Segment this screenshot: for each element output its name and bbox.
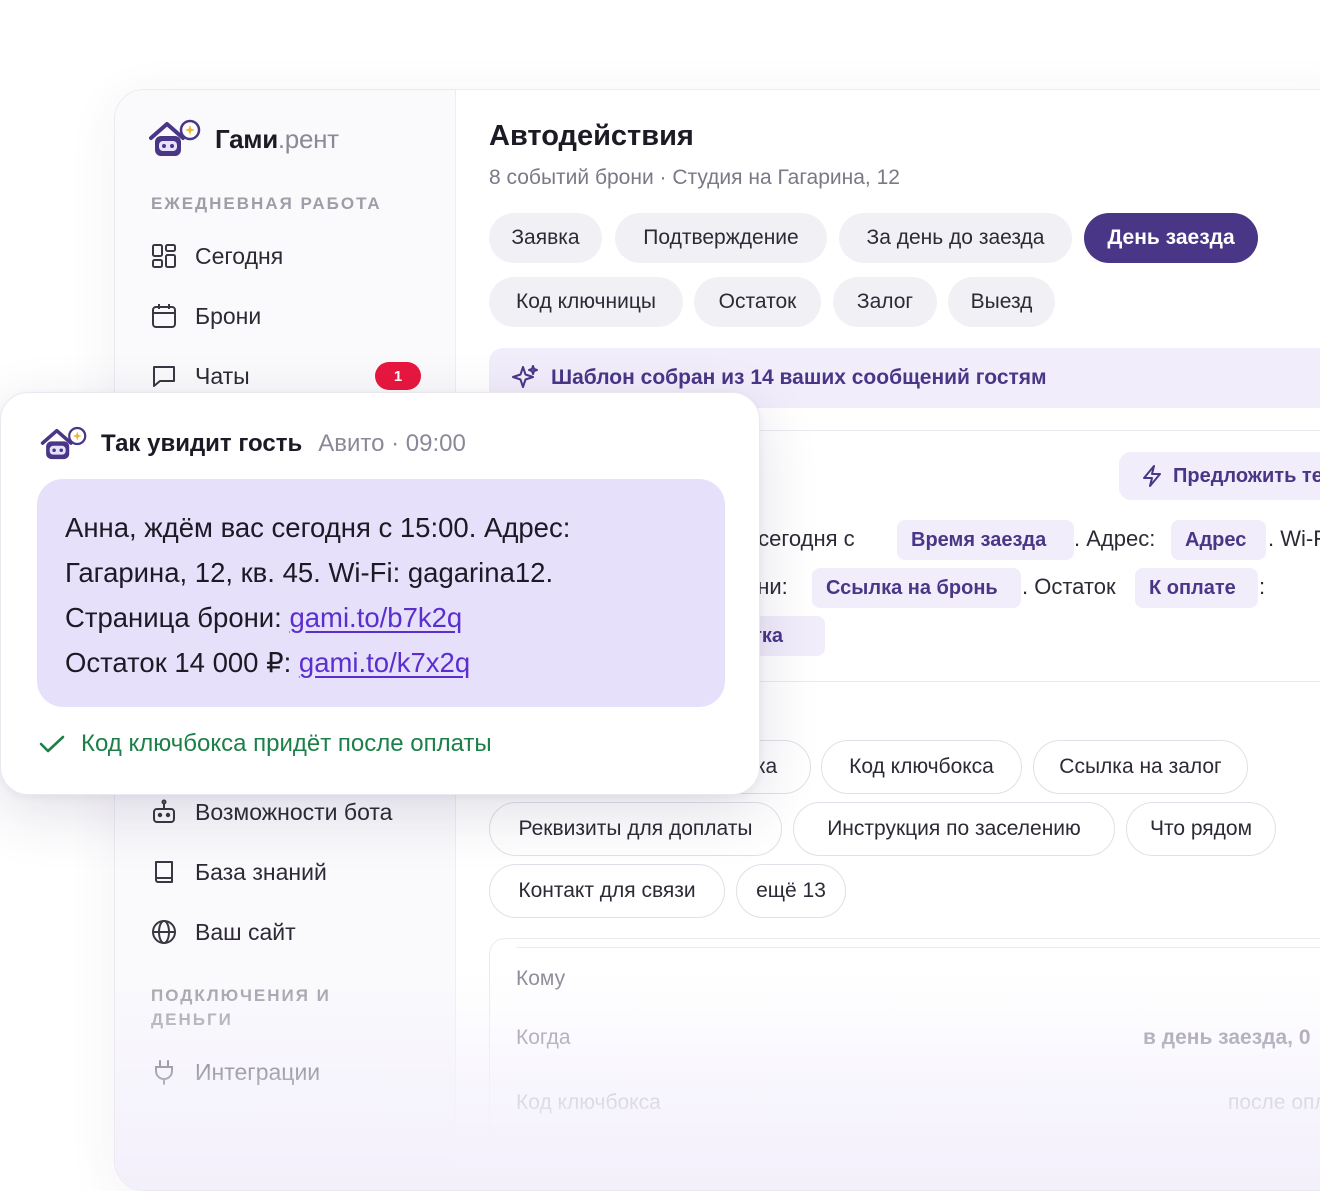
guest-preview-card: Так увидит гость Авито · 09:00 Анна, ждё… [0,392,760,795]
message-line: Анна, ждём вас сегодня с 15:00. Адрес: [65,512,571,543]
message-line: Страница брони: gami.to/b7k2q [65,602,463,633]
sidebar-item-label: Брони [195,302,262,329]
book-icon [151,859,177,885]
row-label-recipient: Кому [516,967,566,990]
section-title-connect: Подключения и деньги [151,986,331,1029]
tab-checkout[interactable]: Выезд [948,277,1055,327]
keybox-note: Код ключбокса придёт после оплаты [39,730,492,758]
message-line: Остаток 14 000 ₽: gami.to/k7x2q [65,647,471,678]
globe-icon [151,919,177,945]
tab-day-before[interactable]: За день до заезда [839,213,1072,263]
note-text: Код ключбокса придёт после оплаты [81,730,492,757]
sidebar-item-label: Сегодня [195,242,284,269]
page-subtitle: 8 событий брони · Студия на Гагарина, 12 [489,166,900,189]
var-chip-deposit-link[interactable]: Ссылка на залог [1033,740,1248,794]
template-text: . Wi-F [1268,526,1320,551]
sidebar-item-label: Ваш сайт [195,918,296,945]
sidebar-item-label: База знаний [195,858,327,885]
dashboard-icon [151,243,177,269]
var-address[interactable]: Адрес [1171,520,1266,560]
sparkle-icon [511,364,539,392]
gami-logo-icon [149,119,201,156]
brand-name: Гами.рент [215,123,339,154]
sidebar-item-knowledge[interactable]: База знаний [151,854,421,890]
preview-title: Так увидит гость [101,430,303,457]
tab-balance[interactable]: Остаток [694,277,821,327]
sidebar-item-bookings[interactable]: Брони [151,298,421,334]
bot-icon [151,799,177,825]
preview-meta: Авито · 09:00 [318,430,466,457]
suggest-button-label: Предложить те [1173,464,1320,487]
var-chip-nearby[interactable]: Что рядом [1126,802,1276,856]
gami-logo-icon [40,426,87,460]
sidebar-item-chats[interactable]: Чаты 1 [151,358,421,394]
sidebar-item-integrations[interactable]: Интеграции [151,1054,421,1090]
chat-icon [151,363,177,389]
booking-page-link[interactable]: gami.to/b7k2q [289,602,462,633]
sidebar-item-label: Интеграции [195,1058,321,1085]
section-title-daily: Ежедневная работа [151,194,382,213]
suggest-button[interactable]: Предложить те [1119,452,1320,500]
tab-request[interactable]: Заявка [489,213,602,263]
logo[interactable]: Гами.рент [147,118,339,160]
plug-icon [151,1059,177,1085]
var-checkin-time[interactable]: Время заезда [897,520,1074,560]
page-title: Автодействия [489,120,694,152]
message-bubble: Анна, ждём вас сегодня с 15:00. Адрес: Г… [37,479,725,707]
settings-table: Кому г Когда в день заезда, 0 Код ключбо… [489,938,1320,1190]
payment-link[interactable]: gami.to/k7x2q [299,647,470,678]
sidebar-item-label: Чаты [195,362,250,389]
var-booking-link[interactable]: Ссылка на бронь [812,568,1021,608]
row-label-when: Когда [516,1026,571,1049]
var-chip-contact[interactable]: Контакт для связи [489,864,725,918]
row-value-when[interactable]: в день заезда, 0 [1143,1026,1311,1050]
banner-text: Шаблон собран из 14 ваших сообщений гост… [551,366,1047,389]
var-chip-checkin-instructions[interactable]: Инструкция по заселению [793,802,1115,856]
lightning-icon [1141,464,1163,488]
tab-checkin-day[interactable]: День заезда [1084,213,1258,263]
tab-deposit[interactable]: Залог [833,277,937,327]
tab-key-code[interactable]: Код ключницы [489,277,683,327]
preview-header: Так увидит гость Авито · 09:00 [39,425,466,463]
message-line: Гагарина, 12, кв. 45. Wi-Fi: gagarina12. [65,557,554,588]
template-text: . Остаток [1022,574,1116,599]
sidebar-item-bot[interactable]: Возможности бота [151,794,421,830]
calendar-icon [151,303,177,329]
template-text: . Адрес: [1074,526,1156,551]
sidebar-item-label: Возможности бота [195,798,393,825]
var-chip-keybox-code[interactable]: Код ключбокса [821,740,1022,794]
check-icon [39,735,65,753]
divider [516,947,1320,948]
var-amount-due[interactable]: К оплате [1135,568,1258,608]
unread-badge: 1 [375,362,421,390]
var-chip-more[interactable]: ещё 13 [736,864,846,918]
template-text: : [1259,574,1266,599]
sidebar-item-today[interactable]: Сегодня [151,238,421,274]
sidebar-item-site[interactable]: Ваш сайт [151,914,421,950]
row-value-keybox[interactable]: после опл [1228,1091,1320,1115]
tab-confirmation[interactable]: Подтверждение [615,213,827,263]
var-chip-payment-details[interactable]: Реквизиты для доплаты [489,802,782,856]
row-label-keybox: Код ключбокса [516,1091,661,1114]
